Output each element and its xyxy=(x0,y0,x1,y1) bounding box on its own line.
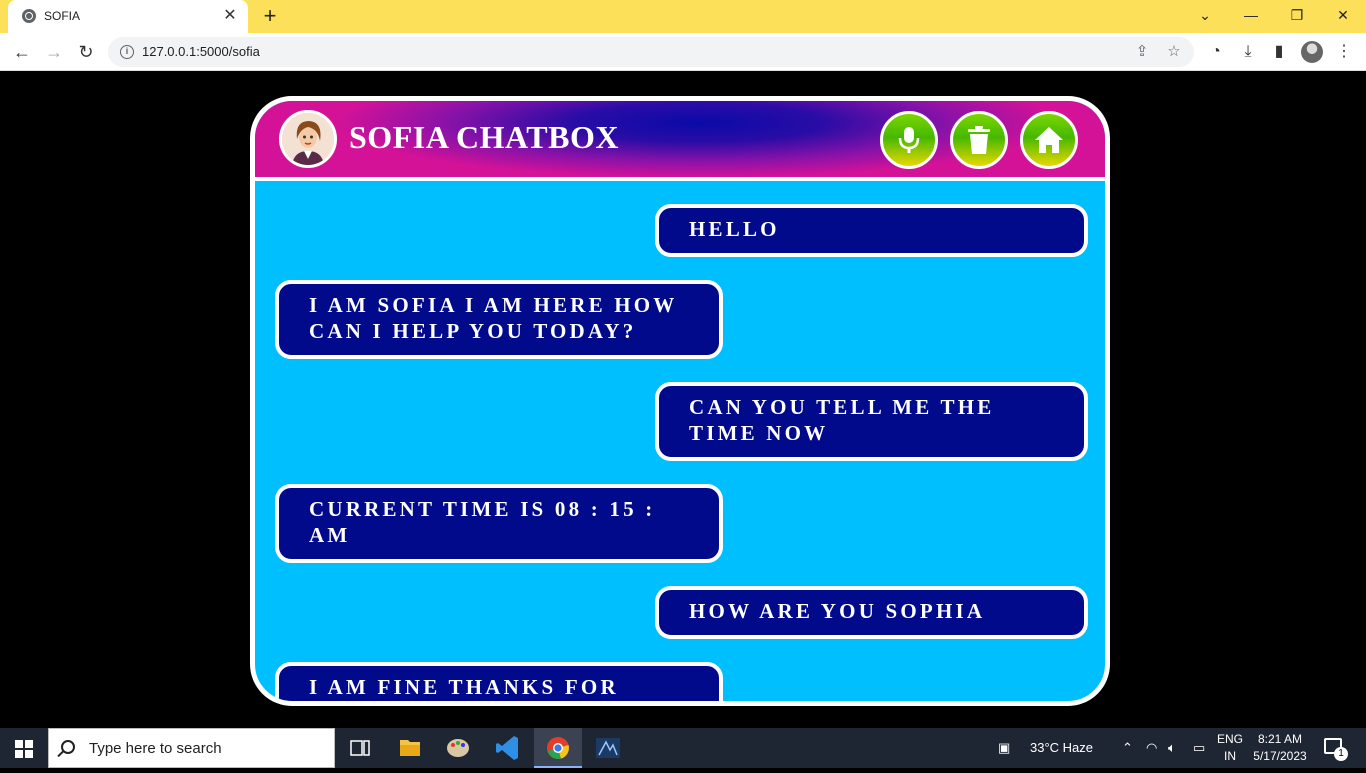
search-icon xyxy=(61,740,75,754)
close-window-button[interactable]: ✕ xyxy=(1320,0,1366,30)
clock-date: 5/17/2023 xyxy=(1253,749,1307,763)
microphone-icon xyxy=(898,127,920,153)
chatbox: SOFIA CHATBOX HELLO I AM SOFIA I AM HERE… xyxy=(250,96,1110,706)
sofia-avatar xyxy=(279,110,337,168)
weather-text[interactable]: 33°C Haze xyxy=(1030,728,1093,768)
task-view-icon[interactable] xyxy=(336,728,384,768)
sidebar-icon[interactable]: ▮ xyxy=(1268,41,1290,63)
bot-message: I AM SOFIA I AM HERE HOW CAN I HELP YOU … xyxy=(275,280,723,359)
taskbar: Type here to search ▣ 33°C Haze ⌃ ◠ 🔈︎ ▭… xyxy=(0,728,1366,768)
battery-icon[interactable]: ▭ xyxy=(1193,728,1205,768)
microphone-button[interactable] xyxy=(880,111,938,169)
language-indicator[interactable]: ENG IN xyxy=(1206,731,1254,765)
volume-icon[interactable]: 🔈︎ xyxy=(1168,728,1176,768)
profile-avatar[interactable] xyxy=(1301,41,1323,63)
python-icon[interactable] xyxy=(584,728,632,768)
browser-tab[interactable]: SOFIA ✕ xyxy=(8,0,248,33)
url-text[interactable]: 127.0.0.1:5000/sofia xyxy=(142,44,260,59)
clock[interactable]: 8:21 AM 5/17/2023 xyxy=(1252,731,1308,765)
home-icon xyxy=(1035,127,1063,153)
paint-icon[interactable] xyxy=(434,728,482,768)
home-button[interactable] xyxy=(1020,111,1078,169)
show-hidden-icons[interactable]: ⌃ xyxy=(1122,728,1133,768)
vscode-icon[interactable] xyxy=(484,728,532,768)
restore-button[interactable]: ❐ xyxy=(1274,0,1320,30)
message-list: HELLO I AM SOFIA I AM HERE HOW CAN I HEL… xyxy=(255,181,1105,701)
reload-button[interactable]: ↻ xyxy=(72,38,100,66)
browser-toolbar: ← → ↻ i 127.0.0.1:5000/sofia ⇪ ☆ ◔ ⤓ ▮ ⋮ xyxy=(0,33,1366,71)
taskbar-search-box[interactable]: Type here to search xyxy=(48,728,335,768)
windows-start-icon[interactable] xyxy=(0,728,48,768)
chrome-icon[interactable] xyxy=(534,728,582,768)
file-explorer-icon[interactable] xyxy=(386,728,434,768)
new-tab-button[interactable]: + xyxy=(258,4,282,28)
back-button[interactable]: ← xyxy=(8,38,36,66)
star-icon[interactable]: ☆ xyxy=(1164,42,1184,62)
site-info-icon[interactable]: i xyxy=(120,45,134,59)
user-message: HELLO xyxy=(655,204,1088,257)
download-icon[interactable]: ⤓ xyxy=(1237,41,1259,63)
wifi-icon[interactable]: ◠ xyxy=(1146,728,1157,768)
page-content: SOFIA CHATBOX HELLO I AM SOFIA I AM HERE… xyxy=(0,72,1366,728)
share-icon[interactable]: ⇪ xyxy=(1132,42,1152,62)
tab-search-dropdown-icon[interactable]: ⌄ xyxy=(1182,0,1228,30)
tab-strip: SOFIA ✕ + ⌄ — ❐ ✕ xyxy=(0,0,1366,33)
globe-icon xyxy=(22,9,36,23)
trash-icon xyxy=(968,126,990,154)
bot-message: I AM FINE THANKS FOR xyxy=(275,662,723,701)
clear-chat-button[interactable] xyxy=(950,111,1008,169)
weather-icon[interactable]: ▣ xyxy=(998,728,1010,768)
address-bar[interactable]: i 127.0.0.1:5000/sofia ⇪ ☆ xyxy=(108,37,1194,67)
clock-time: 8:21 AM xyxy=(1257,732,1303,746)
notification-badge: 1 xyxy=(1334,747,1348,761)
extension-icon[interactable]: ◔ xyxy=(1205,41,1227,63)
bot-message: CURRENT TIME IS 08 : 15 : AM xyxy=(275,484,723,563)
search-placeholder: Type here to search xyxy=(89,740,222,757)
forward-button[interactable]: → xyxy=(40,38,68,66)
user-message: HOW ARE YOU SOPHIA xyxy=(655,586,1088,639)
close-tab-icon[interactable]: ✕ xyxy=(220,6,240,26)
menu-icon[interactable]: ⋮ xyxy=(1333,41,1355,63)
user-message: CAN YOU TELL ME THE TIME NOW xyxy=(655,382,1088,461)
chat-title: SOFIA CHATBOX xyxy=(349,119,619,155)
chat-header: SOFIA CHATBOX xyxy=(255,101,1105,179)
minimize-button[interactable]: — xyxy=(1228,0,1274,30)
tab-title: SOFIA xyxy=(44,9,81,23)
